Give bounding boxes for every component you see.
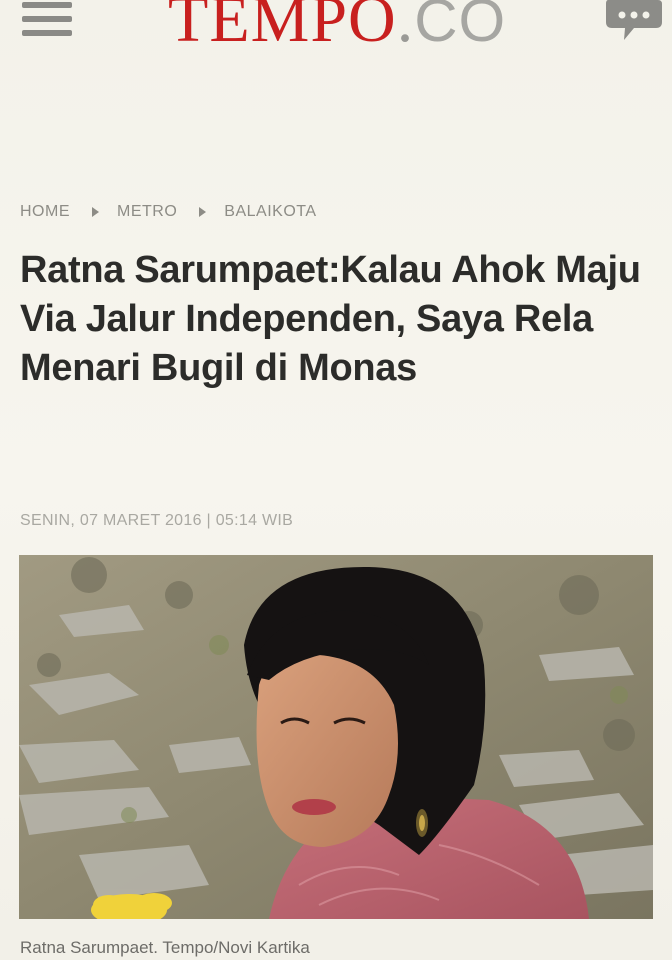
photo-caption: Ratna Sarumpaet. Tempo/Novi Kartika <box>20 938 310 957</box>
logo-tld: CO <box>414 0 507 54</box>
hamburger-menu-icon[interactable] <box>18 0 76 38</box>
breadcrumb-metro[interactable]: METRO <box>117 203 177 221</box>
article-title: Ratna Sarumpaet:Kalau Ahok Maju Via Jalu… <box>20 249 641 389</box>
site-header: TEMPO.CO <box>0 0 672 60</box>
triangle-right-icon <box>92 207 99 217</box>
breadcrumb: HOME METRO BALAIKOTA <box>20 201 317 223</box>
site-logo[interactable]: TEMPO.CO <box>168 0 507 56</box>
article-date: SENIN, 07 MARET 2016 | 05:14 WIB <box>20 512 294 529</box>
comment-bubble-icon[interactable] <box>604 0 662 44</box>
portrait-photo-illustration <box>19 555 653 919</box>
logo-brand: TEMPO <box>168 0 397 56</box>
article-page: TEMPO.CO HOME METRO BALAIKOTA Ratna Saru… <box>0 0 672 960</box>
breadcrumb-home[interactable]: HOME <box>20 203 70 221</box>
triangle-right-icon <box>199 207 207 217</box>
breadcrumb-balaikota[interactable]: BALAIKOTA <box>224 203 316 221</box>
comment-bubble-icon-graphic <box>606 0 662 40</box>
article-photo <box>19 555 653 919</box>
